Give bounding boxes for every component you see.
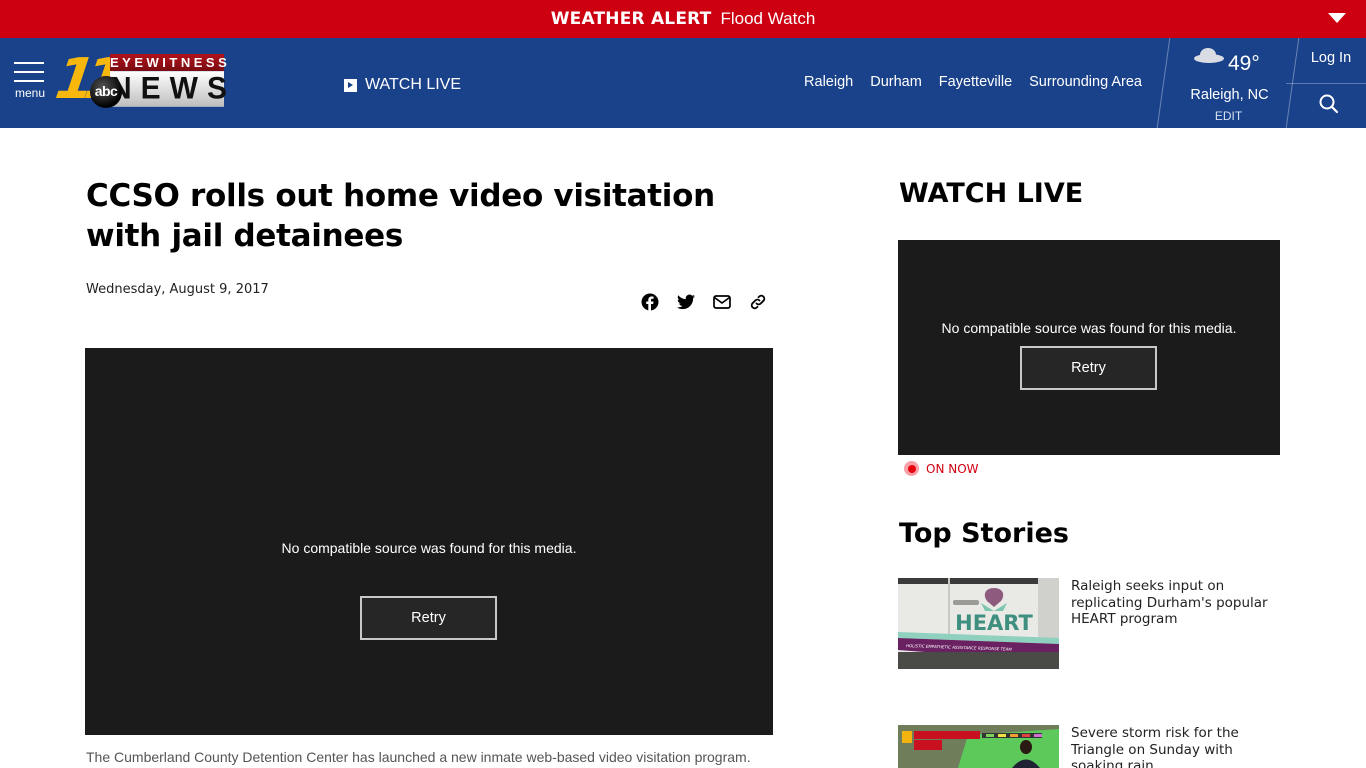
header-divider	[1156, 38, 1171, 128]
retry-button[interactable]: Retry	[360, 596, 497, 640]
article-video-player[interactable]: No compatible source was found for this …	[85, 348, 773, 735]
edit-location-link[interactable]: EDIT	[1172, 109, 1285, 123]
play-icon	[344, 78, 357, 92]
weather-map-image	[898, 725, 1059, 768]
link-icon[interactable]	[748, 292, 768, 312]
weather-alert-bar[interactable]: WEATHER ALERT Flood Watch	[0, 0, 1366, 38]
login-link[interactable]: Log In	[1296, 50, 1366, 66]
logo-eyewitness: EYEWITNESS	[110, 54, 231, 71]
story-title: Raleigh seeks input on replicating Durha…	[1071, 578, 1268, 627]
hamburger-icon-line	[14, 80, 44, 82]
site-logo[interactable]: 11 EYEWITNESS NEWS abc	[52, 47, 236, 112]
email-icon[interactable]	[712, 292, 732, 312]
nav-durham[interactable]: Durham	[870, 74, 922, 90]
search-icon	[1319, 94, 1339, 114]
alert-text: Flood Watch	[720, 9, 816, 28]
video-caption: The Cumberland County Detention Center h…	[86, 749, 751, 765]
on-now-label: ON NOW	[926, 461, 979, 476]
player-error-message: No compatible source was found for this …	[941, 320, 1237, 336]
nav-fayetteville[interactable]: Fayetteville	[939, 74, 1012, 90]
alert-title: WEATHER ALERT	[550, 9, 712, 29]
svg-text:HEART: HEART	[955, 611, 1033, 635]
retry-button[interactable]: Retry	[1020, 346, 1157, 390]
menu-label: menu	[15, 86, 46, 100]
hamburger-icon-line	[14, 71, 44, 73]
region-nav: Raleigh Durham Fayetteville Surrounding …	[787, 74, 1142, 90]
chevron-down-icon[interactable]	[1328, 13, 1346, 23]
player-error-message: No compatible source was found for this …	[281, 540, 577, 556]
top-stories-heading: Top Stories	[899, 518, 1069, 549]
weather-location: Raleigh, NC	[1190, 87, 1269, 103]
live-video-player[interactable]: No compatible source was found for this …	[898, 240, 1280, 455]
abc-logo: abc	[90, 76, 122, 108]
nav-surrounding-area[interactable]: Surrounding Area	[1029, 74, 1142, 90]
logo-news: NEWS	[110, 71, 236, 107]
share-bar	[640, 292, 784, 312]
site-header: menu 11 EYEWITNESS NEWS abc WATCH LIVE R…	[0, 38, 1366, 128]
facebook-icon[interactable]	[640, 292, 660, 312]
temperature: 49°	[1228, 52, 1260, 75]
article-date: Wednesday, August 9, 2017	[86, 282, 269, 297]
nav-raleigh[interactable]: Raleigh	[804, 74, 853, 90]
search-button[interactable]	[1318, 93, 1340, 115]
cloud-icon	[1194, 48, 1224, 63]
watch-live-heading: WATCH LIVE	[899, 178, 1084, 209]
story-item[interactable]: HEART HOLISTIC EMPATHETIC ASSISTANCE RES…	[898, 578, 1280, 669]
on-now-status: ON NOW	[904, 461, 979, 476]
story-item[interactable]: Severe storm risk for the Triangle on Su…	[898, 725, 1280, 768]
heart-van-image: HEART HOLISTIC EMPATHETIC ASSISTANCE RES…	[898, 578, 1059, 669]
watch-live-link[interactable]: WATCH LIVE	[344, 76, 461, 94]
live-dot-icon	[904, 461, 919, 476]
article-headline: CCSO rolls out home video visitation wit…	[86, 178, 715, 254]
twitter-icon[interactable]	[676, 292, 696, 312]
cloud-shape	[1200, 48, 1216, 62]
header-divider	[1286, 83, 1366, 84]
watch-live-label: WATCH LIVE	[365, 76, 462, 93]
story-title: Severe storm risk for the Triangle on Su…	[1071, 725, 1239, 768]
weather-widget[interactable]: 49° Raleigh, NC EDIT	[1172, 38, 1287, 128]
story-thumbnail: HEART HOLISTIC EMPATHETIC ASSISTANCE RES…	[898, 578, 1059, 669]
story-thumbnail	[898, 725, 1059, 768]
hamburger-icon	[14, 62, 44, 64]
